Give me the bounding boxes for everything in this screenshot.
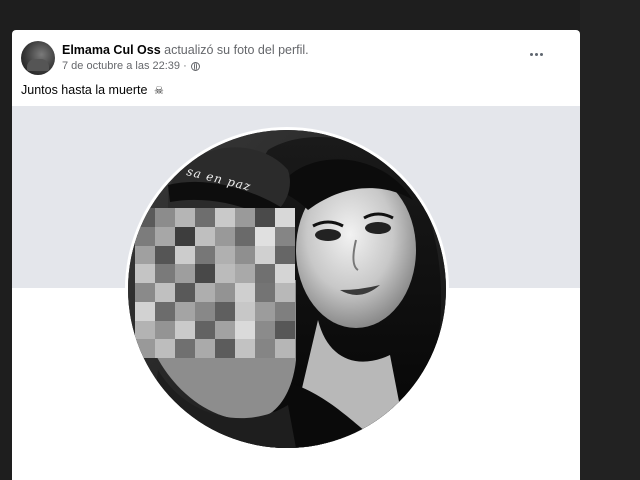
profile-photo-image: sa en paz [128,130,446,448]
pixel-block [155,226,175,246]
pixel-block [155,245,175,265]
feed-post-card: Elmama Cul Oss actualizó su foto del per… [12,30,580,480]
post-caption-text: Juntos hasta la muerte [21,83,148,97]
pixel-block [215,226,235,246]
pixel-block [195,301,215,321]
pixel-block [235,320,255,340]
pixel-block [195,264,215,283]
pixel-block [175,226,195,246]
pixel-block [215,283,235,302]
pixel-block [135,283,155,302]
pixel-block [155,320,175,340]
pixel-block [275,283,295,302]
author-avatar[interactable] [21,41,55,75]
pixel-block [235,283,255,302]
pixel-block [255,339,275,358]
pixel-block [215,208,235,227]
pixel-block [155,264,175,283]
pixel-block [175,301,195,321]
more-options-icon [529,52,533,56]
pixel-block [175,208,195,227]
pixel-block [195,339,215,358]
pixel-block [175,245,195,265]
pixel-block [135,245,155,265]
more-options-button[interactable] [524,44,548,64]
pixel-block [275,208,295,227]
pixel-block [175,320,195,340]
author-name-link[interactable]: Elmama Cul Oss [62,43,161,57]
profile-photo[interactable]: sa en paz [125,127,449,451]
pixel-block [275,301,295,321]
pixel-block [255,301,275,321]
post-timestamp-link[interactable]: 7 de octubre a las 22:39 · [62,60,187,72]
pixel-block [235,226,255,246]
pixel-block [135,264,155,283]
pixel-block [215,301,235,321]
pixel-block [135,320,155,340]
pixel-block [215,339,235,358]
pixel-block [155,301,175,321]
post-meta: 7 de octubre a las 22:39 · [62,60,200,72]
pixel-block [275,320,295,340]
right-dark-strip [580,0,640,480]
pixel-block [155,339,175,358]
more-options-icon-dot [534,52,538,56]
pixel-block [175,283,195,302]
pixel-block [195,320,215,340]
pixel-block [275,339,295,358]
pixel-block [255,226,275,246]
more-options-icon-dot [539,52,543,56]
pixel-block [155,208,175,227]
pixel-block [135,226,155,246]
pixel-block [135,339,155,358]
pixel-block [235,339,255,358]
pixel-block [175,264,195,283]
pixel-block [195,208,215,227]
pixel-block [255,208,275,227]
pixel-block [155,283,175,302]
pixel-block [135,208,155,227]
pixel-block [275,264,295,283]
pixel-block [195,283,215,302]
pixelated-face-blur [135,208,295,358]
pixel-block [235,264,255,283]
post-header: Elmama Cul Oss actualizó su foto del per… [12,30,580,82]
post-header-line: Elmama Cul Oss actualizó su foto del per… [62,43,309,57]
globe-icon[interactable] [190,61,200,71]
pixel-block [215,320,235,340]
pixel-block [275,245,295,265]
pixel-block [215,245,235,265]
post-action-text: actualizó su foto del perfil. [160,43,309,57]
pixel-block [195,245,215,265]
pixel-block [275,226,295,246]
skull-emoji-icon: ☠ [153,85,164,97]
pixel-block [175,339,195,358]
pixel-block [215,264,235,283]
pixel-block [255,245,275,265]
pixel-block [255,264,275,283]
pixel-block [195,226,215,246]
pixel-block [235,245,255,265]
pixel-block [235,301,255,321]
pixel-block [135,301,155,321]
pixel-block [255,320,275,340]
pixel-block [255,283,275,302]
post-caption: Juntos hasta la muerte ☠ [21,83,164,97]
pixel-block [235,208,255,227]
